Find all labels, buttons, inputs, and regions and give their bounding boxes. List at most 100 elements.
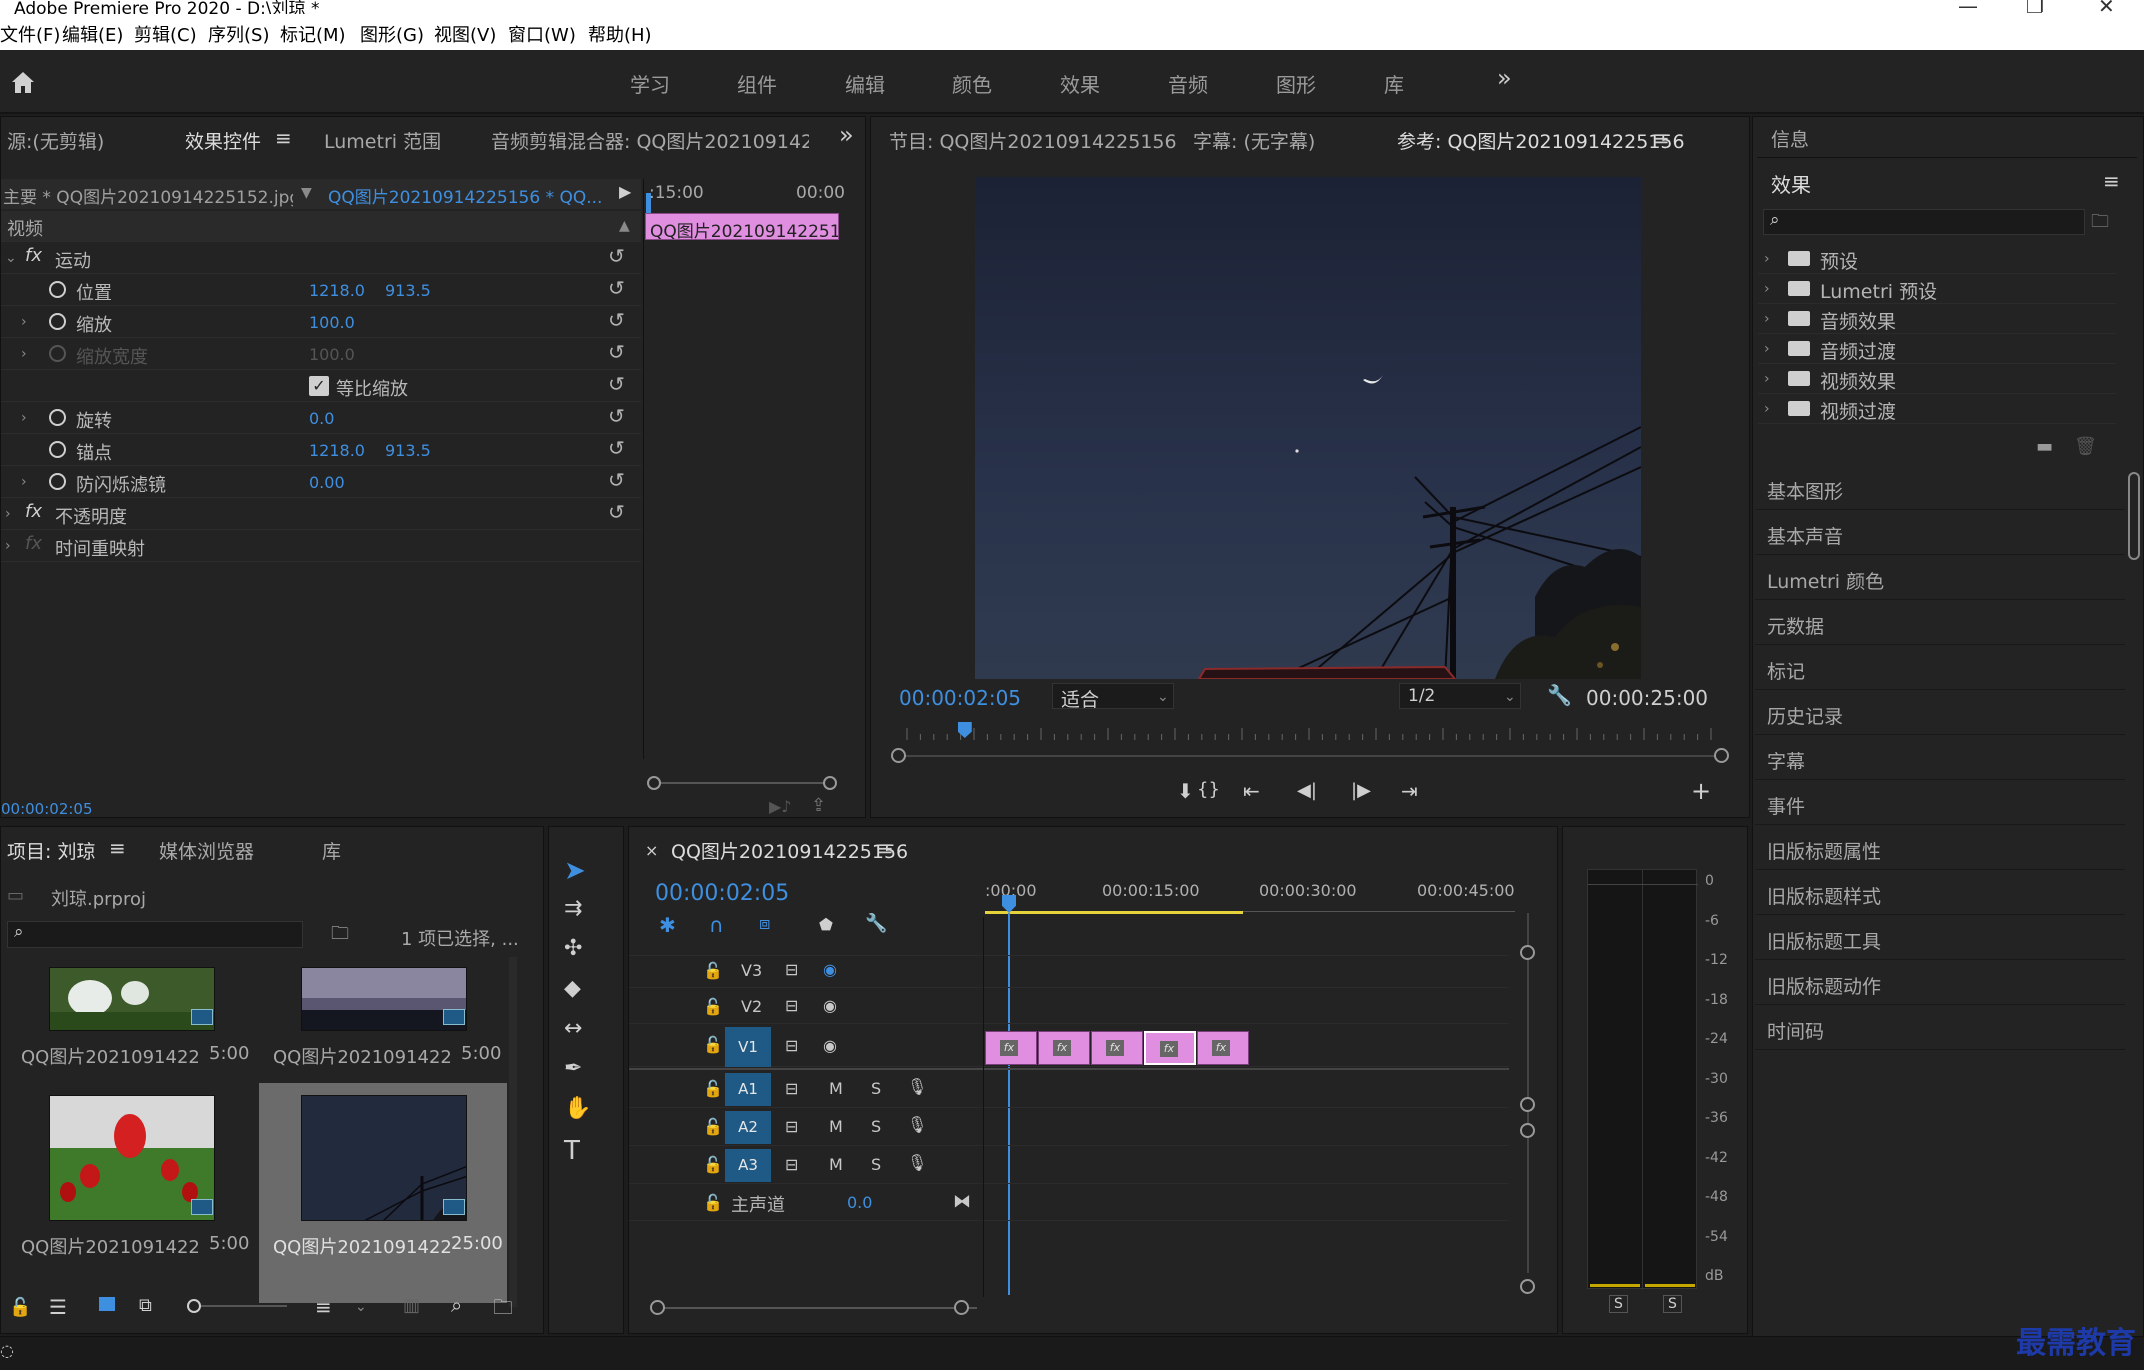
tab-media-browser[interactable]: 媒体浏览器 [159,837,254,864]
export-icon[interactable]: ⇪ [811,795,826,816]
add-button-icon[interactable]: + [1691,777,1711,805]
timeline-clip[interactable]: fx [1091,1031,1143,1065]
expand-icon[interactable]: › [5,506,11,522]
menu-graphics[interactable]: 图形(G) [360,21,424,47]
expand-icon[interactable]: › [1764,371,1770,387]
effects-folder[interactable]: › Lumetri 预设 [1758,274,2116,304]
scroll-handle[interactable] [1520,1097,1535,1112]
add-marker-icon[interactable]: ⬇ [1177,779,1194,803]
expand-icon[interactable]: › [21,346,27,362]
home-icon[interactable] [10,70,36,94]
panel-scrollbar[interactable] [2128,472,2140,560]
panel-tab[interactable]: Lumetri 颜色 [1755,557,2125,600]
tab-source[interactable]: 源:(无剪辑) [7,127,104,154]
panel-menu-icon[interactable]: ≡ [275,126,292,150]
mute-button[interactable]: M [829,1079,843,1098]
prop-value[interactable]: 0.0 [309,409,334,428]
time-remap-row[interactable]: › fx 时间重映射 [1,531,641,562]
tab-project[interactable]: 项目: 刘琼 [7,837,95,864]
collapse-icon[interactable]: ▲ [619,218,630,234]
pen-tool-icon[interactable]: ✒ [564,1056,582,1081]
workspace-audio[interactable]: 音频 [1168,69,1208,98]
panel-tab[interactable]: 事件 [1755,782,2125,825]
stopwatch-icon[interactable] [49,441,66,458]
sequence-clip-name[interactable]: QQ图片20210914225156 * QQ... [328,183,618,208]
slip-tool-icon[interactable]: ↔ [564,1016,582,1041]
panel-overflow-icon[interactable]: » [839,121,854,149]
workspace-assembly[interactable]: 组件 [737,69,777,98]
menu-clip[interactable]: 剪辑(C) [134,21,197,47]
panel-tab[interactable]: 基本声音 [1755,512,2125,555]
solo-button[interactable]: S [871,1117,881,1136]
reset-icon[interactable]: ↺ [608,468,625,492]
project-item-selected[interactable]: QQ图片20210914225... 25:00 [259,1083,507,1303]
scroll-handle[interactable] [1520,945,1535,960]
expand-icon[interactable]: › [21,474,27,490]
menu-marker[interactable]: 标记(M) [280,21,346,47]
panel-menu-icon[interactable]: ≡ [1653,126,1670,150]
playhead-timecode[interactable]: 00:00:02:05 [899,686,1021,710]
type-tool-icon[interactable]: T [564,1136,580,1166]
zoom-scroll-bar[interactable] [899,755,1721,757]
reset-icon[interactable]: ↺ [608,436,625,460]
expand-icon[interactable]: › [1764,251,1770,267]
fx-icon[interactable]: fx [25,501,42,522]
list-view-icon[interactable]: ☰ [49,1295,67,1319]
resolution-select[interactable]: 1/2 ⌄ [1399,683,1521,709]
motion-row[interactable]: ⌄ fx 运动 ↺ [1,243,641,274]
timeline-clip[interactable]: fx [1038,1031,1090,1065]
sync-lock-icon[interactable]: ⊟ [785,960,798,979]
track-target-a3[interactable]: A3 [725,1149,771,1182]
prop-value[interactable]: 100.0 [309,313,355,332]
microphone-icon[interactable]: 🎙 [907,1153,927,1172]
workspace-learning[interactable]: 学习 [630,69,670,98]
effects-folder[interactable]: › 视频效果 [1758,364,2116,394]
zoom-handle-right[interactable] [954,1300,969,1315]
sync-lock-icon[interactable]: ⊟ [785,1155,798,1174]
wrench-icon[interactable]: 🔧 [865,913,887,934]
solo-right-button[interactable]: S [1663,1295,1682,1313]
eye-icon[interactable]: ◉ [823,1036,837,1055]
effects-search-input[interactable]: ⌕ [1763,209,2085,235]
panel-tab[interactable]: 旧版标题工具 [1755,917,2125,960]
tab-program[interactable]: 节目: QQ图片20210914225156 [889,127,1177,154]
panel-tab[interactable]: 元数据 [1755,602,2125,645]
time-ruler[interactable]: :00:00 00:00:15:00 00:00:30:00 00:00:45:… [985,873,1515,913]
mini-clip[interactable]: QQ图片202109142251 [645,213,839,240]
project-item[interactable]: QQ图片20210914222... 5:00 [7,1095,257,1295]
panel-tab[interactable]: 旧版标题动作 [1755,962,2125,1005]
play-icon[interactable]: |▶ [1351,780,1371,801]
tab-lumetri-scopes[interactable]: Lumetri 范围 [324,127,441,154]
tab-reference[interactable]: 参考: QQ图片20210914225156 [1397,127,1685,154]
lock-icon[interactable]: 🔓 [703,1193,723,1212]
opacity-row[interactable]: › fx 不透明度 ↺ [1,499,641,530]
track-select-tool-icon[interactable]: ⇉ [564,896,582,921]
zoom-handle-left[interactable] [650,1300,665,1315]
master-volume[interactable]: 0.0 [847,1193,872,1212]
zoom-handle-left[interactable] [647,776,661,790]
prop-value[interactable]: 0.00 [309,473,345,492]
sync-lock-icon[interactable]: ⊟ [785,1036,798,1055]
menu-help[interactable]: 帮助(H) [588,21,652,47]
expand-icon[interactable]: › [21,314,27,330]
lock-icon[interactable]: 🔓 [703,961,723,980]
panel-tab[interactable]: 历史记录 [1755,692,2125,735]
more-workspaces-icon[interactable]: » [1497,64,1512,92]
expand-icon[interactable]: › [5,538,11,554]
new-custom-bin-icon[interactable]: ▬ [2036,436,2053,457]
mini-zoom-bar[interactable] [653,782,829,784]
track-target-a2[interactable]: A2 [725,1111,771,1144]
fx-icon[interactable]: fx [25,245,42,266]
close-icon[interactable]: × [645,841,658,860]
timeline-clip[interactable]: fx [1197,1031,1249,1065]
marker-link-icon[interactable]: {} [1197,779,1220,800]
expand-icon[interactable]: › [21,410,27,426]
step-back-icon[interactable]: ◀| [1297,780,1317,801]
menu-view[interactable]: 视图(V) [434,21,496,47]
effect-controls-timecode[interactable]: 00:00:02:05 [1,800,93,818]
lock-icon[interactable]: 🔓 [703,1155,723,1174]
effects-folder[interactable]: › 视频过渡 [1758,394,2116,424]
linked-selection-icon[interactable]: ⧈ [759,913,770,934]
lock-icon[interactable]: 🔓 [703,1079,723,1098]
stopwatch-icon[interactable] [49,409,66,426]
